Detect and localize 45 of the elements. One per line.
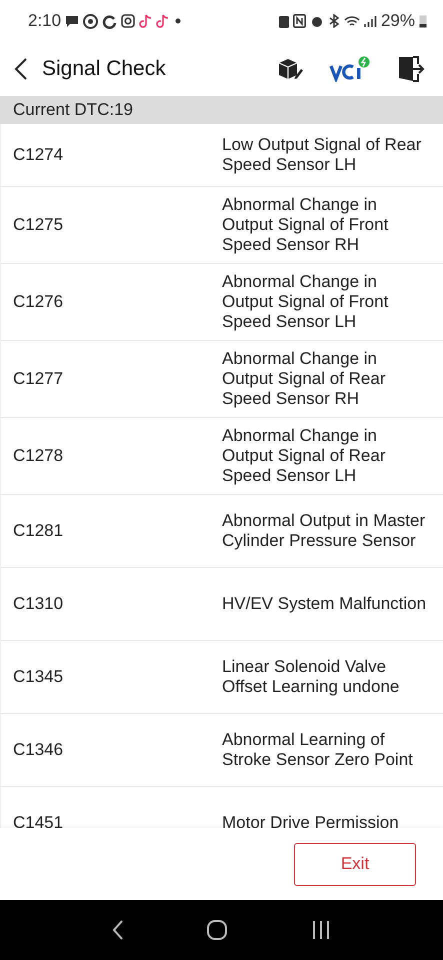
- back-button[interactable]: [14, 57, 28, 81]
- box-edit-button[interactable]: [277, 57, 303, 81]
- nav-recents-button[interactable]: [311, 920, 332, 940]
- wifi-icon: [344, 14, 360, 28]
- dtc-description: Abnormal Change in Output Signal of Front Speed Sensor LH: [222, 272, 390, 332]
- dtc-count-label: Current DTC:19: [13, 100, 133, 120]
- dtc-description: Abnormal Output in Master Cylinder Pressure Sensor: [222, 511, 426, 551]
- dtc-code: C1345: [13, 667, 64, 687]
- music-note-icon: [139, 14, 152, 28]
- nfc-icon: [292, 14, 306, 28]
- status-time: 2:10: [28, 11, 62, 31]
- dtc-code: C1274: [13, 145, 64, 165]
- dtc-code: C1451: [13, 813, 64, 828]
- bluetooth-icon: [328, 14, 340, 28]
- dtc-code: C1278: [13, 446, 64, 466]
- dtc-description: HV/EV System Malfunction: [222, 594, 428, 614]
- battery-percent: 29%: [380, 11, 415, 31]
- chat-icon: [65, 14, 80, 28]
- dtc-description: Abnormal Change in Output Signal of Rear Speed Sensor RH: [222, 349, 386, 409]
- exit-door-button[interactable]: [397, 56, 425, 82]
- nav-back-button[interactable]: [112, 919, 124, 941]
- dtc-description: Abnormal Change in Output Signal of Rear Speed Sensor LH: [222, 426, 386, 486]
- dtc-code: C1310: [13, 594, 64, 614]
- refresh-icon: [102, 14, 118, 28]
- music-note-icon: [156, 14, 170, 28]
- camera-icon: [121, 14, 136, 28]
- vci-button[interactable]: [329, 56, 371, 82]
- battery-saver-icon: [278, 14, 289, 28]
- app-icon: [83, 14, 98, 28]
- exit-button[interactable]: Exit: [294, 842, 416, 886]
- dtc-code: C1276: [13, 292, 64, 312]
- nav-home-button[interactable]: [207, 920, 228, 940]
- dtc-description: Linear Solenoid Valve Offset Learning undone: [222, 657, 400, 697]
- dtc-description: Abnormal Change in Output Signal of Front Speed Sensor RH: [222, 195, 390, 255]
- dot-icon: [173, 18, 184, 24]
- dtc-code: C1275: [13, 215, 64, 235]
- signal-icon: [364, 14, 377, 28]
- dtc-code: C1346: [13, 740, 64, 760]
- dtc-code: C1277: [13, 369, 64, 389]
- dtc-description: Abnormal Learning of Stroke Sensor Zero Point: [222, 730, 414, 770]
- battery-icon: [419, 14, 427, 28]
- dtc-description: Low Output Signal of Rear Speed Sensor LH: [222, 135, 422, 175]
- dtc-code: C1281: [13, 521, 64, 541]
- page-title: Signal Check: [42, 57, 167, 81]
- dtc-description: Motor Drive Permission: [222, 813, 400, 828]
